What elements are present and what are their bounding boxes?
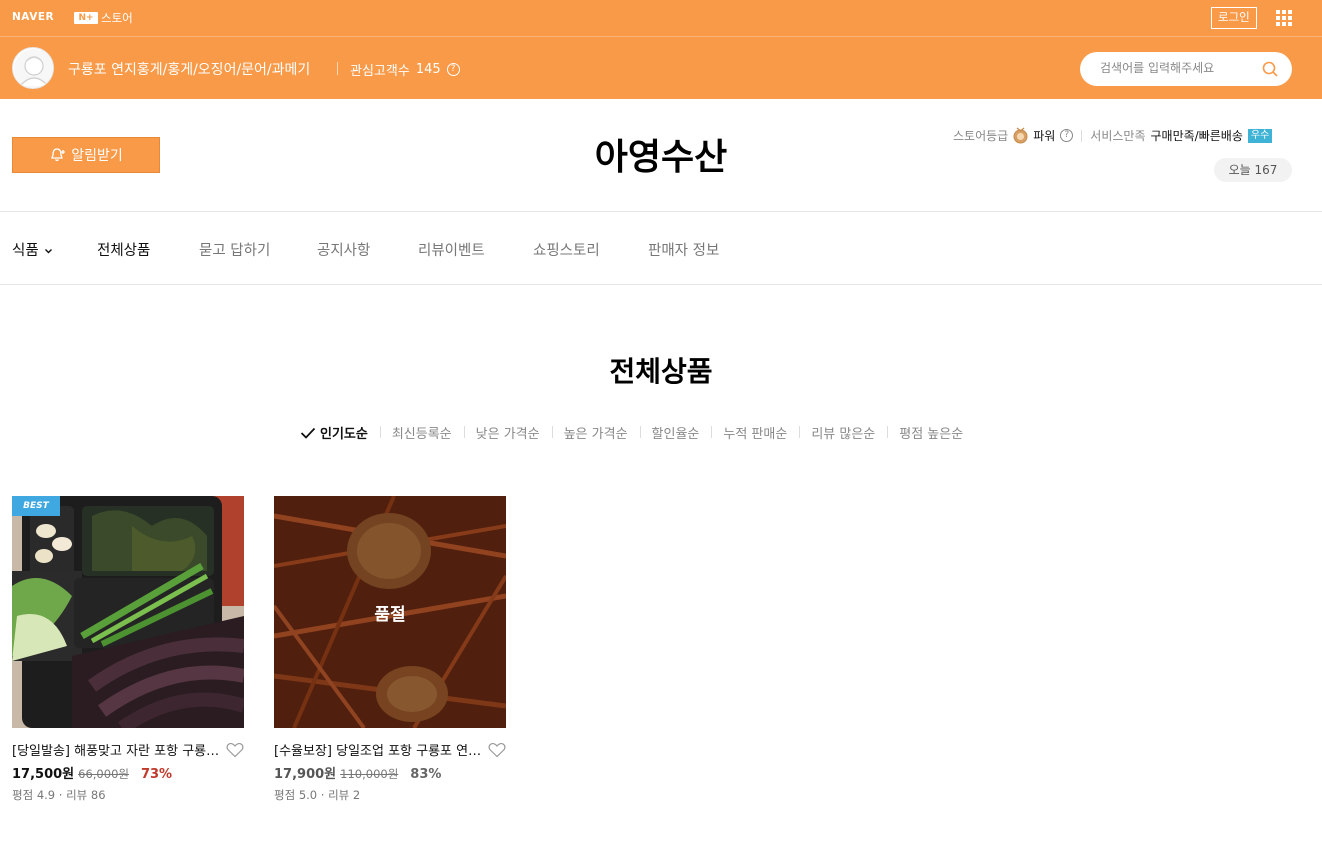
store-bar: 구룡포 연지홍게/홍게/오징어/문어/과메기 관심고객수 145 ? bbox=[0, 36, 1322, 99]
product-card[interactable]: BEST [당일발송] 해풍맞고 자란 포항 구룡포 과메기 17,500원 6… bbox=[12, 496, 244, 803]
today-visitors: 오늘 167 bbox=[1214, 158, 1292, 182]
sort-options: 인기도순 최신등록순 낮은 가격순 높은 가격순 할인율순 누적 판매순 리뷰 … bbox=[300, 423, 975, 442]
sort-price-high[interactable]: 높은 가격순 bbox=[551, 423, 640, 442]
today-label: 오늘 bbox=[1228, 163, 1251, 177]
product-image[interactable]: BEST bbox=[12, 496, 244, 728]
interest-customers: 관심고객수 145 ? bbox=[350, 60, 460, 79]
discount-rate: 73% bbox=[140, 767, 173, 782]
login-button[interactable]: 로그인 bbox=[1211, 7, 1257, 29]
category-nav: 식품 전체상품 묻고 답하기 공지사항 리뷰이벤트 쇼핑스토리 판매자 정보 bbox=[0, 211, 1322, 285]
sale-price: 17,900원 bbox=[274, 767, 337, 782]
sort-rating[interactable]: 평점 높은순 bbox=[887, 423, 975, 442]
service-badge: 우수 bbox=[1247, 128, 1273, 143]
product-price: 17,900원 110,000원 83% bbox=[274, 763, 506, 782]
grade-help-icon[interactable]: ? bbox=[1060, 129, 1074, 142]
heart-icon[interactable] bbox=[226, 742, 244, 758]
product-name[interactable]: [당일발송] 해풍맞고 자란 포항 구룡포 과메기 bbox=[12, 740, 220, 759]
divider bbox=[1081, 129, 1083, 142]
discount-rate: 83% bbox=[410, 767, 442, 782]
naver-logo[interactable]: NAVER bbox=[12, 11, 54, 23]
service-value: 구매만족/빠른배송 bbox=[1150, 129, 1243, 143]
sort-sales[interactable]: 누적 판매순 bbox=[711, 423, 799, 442]
app-grid-icon[interactable] bbox=[1276, 10, 1292, 26]
grade-label: 스토어등급 bbox=[953, 129, 1009, 143]
divider bbox=[337, 62, 338, 75]
sort-newest[interactable]: 최신등록순 bbox=[379, 423, 464, 442]
product-name[interactable]: [수율보장] 당일조업 포항 구룡포 연지홍게 bbox=[274, 740, 482, 759]
sort-price-low[interactable]: 낮은 가격순 bbox=[463, 423, 552, 442]
medal-icon bbox=[1013, 127, 1028, 144]
nav-item-label: 식품 bbox=[12, 243, 39, 259]
help-icon[interactable]: ? bbox=[446, 63, 460, 76]
store-avatar[interactable] bbox=[12, 47, 54, 89]
search-icon[interactable] bbox=[1262, 61, 1278, 77]
nav-item-food[interactable]: 식품 bbox=[12, 239, 53, 260]
interest-label: 관심고객수 bbox=[350, 64, 410, 79]
original-price: 66,000원 bbox=[78, 767, 129, 781]
sale-price: 17,500원 bbox=[12, 767, 75, 782]
search-input[interactable] bbox=[1098, 60, 1258, 76]
sort-reviews[interactable]: 리뷰 많은순 bbox=[799, 423, 887, 442]
global-navigation-bar: NAVER N+ 스토어 로그인 bbox=[0, 0, 1322, 36]
product-rating-reviews: 평점 5.0 · 리뷰 2 bbox=[274, 788, 361, 802]
best-badge: BEST bbox=[12, 496, 60, 516]
section-title: 전체상품 bbox=[609, 355, 713, 388]
today-count: 167 bbox=[1254, 163, 1278, 177]
nplus-store-label: 스토어 bbox=[101, 11, 133, 25]
interest-count: 145 bbox=[415, 62, 441, 77]
nav-item-review-event[interactable]: 리뷰이벤트 bbox=[418, 239, 485, 260]
product-image[interactable]: 품절 bbox=[274, 496, 506, 728]
product-price: 17,500원 66,000원 73% bbox=[12, 763, 244, 782]
nav-item-qna[interactable]: 묻고 답하기 bbox=[199, 239, 270, 260]
nav-item-seller-info[interactable]: 판매자 정보 bbox=[648, 239, 719, 260]
store-grade-info: 스토어등급 파워 ? 서비스만족 구매만족/빠른배송 우수 bbox=[953, 127, 1273, 144]
search-box bbox=[1080, 52, 1292, 86]
sold-out-overlay: 품절 bbox=[374, 604, 406, 625]
store-name[interactable]: 구룡포 연지홍게/홍게/오징어/문어/과메기 bbox=[68, 59, 310, 79]
nav-item-notice[interactable]: 공지사항 bbox=[317, 239, 370, 260]
nav-item-shopping-story[interactable]: 쇼핑스토리 bbox=[533, 239, 600, 260]
grade-value: 파워 bbox=[1033, 129, 1056, 143]
naver-store-link[interactable]: N+ 스토어 bbox=[74, 10, 133, 26]
sort-discount[interactable]: 할인율순 bbox=[639, 423, 712, 442]
nplus-logo: N+ bbox=[74, 12, 98, 24]
sort-label: 인기도순 bbox=[320, 427, 368, 442]
check-icon bbox=[300, 427, 316, 439]
chevron-down-icon bbox=[45, 249, 53, 254]
original-price: 110,000원 bbox=[340, 767, 399, 781]
service-label: 서비스만족 bbox=[1090, 129, 1146, 143]
heart-icon[interactable] bbox=[488, 742, 506, 758]
product-card[interactable]: 품절 [수율보장] 당일조업 포항 구룡포 연지홍게 17,900원 110,0… bbox=[274, 496, 506, 803]
sort-popular[interactable]: 인기도순 bbox=[300, 423, 380, 442]
nav-item-all-products[interactable]: 전체상품 bbox=[97, 239, 150, 260]
product-rating-reviews: 평점 4.9 · 리뷰 86 bbox=[12, 788, 106, 802]
